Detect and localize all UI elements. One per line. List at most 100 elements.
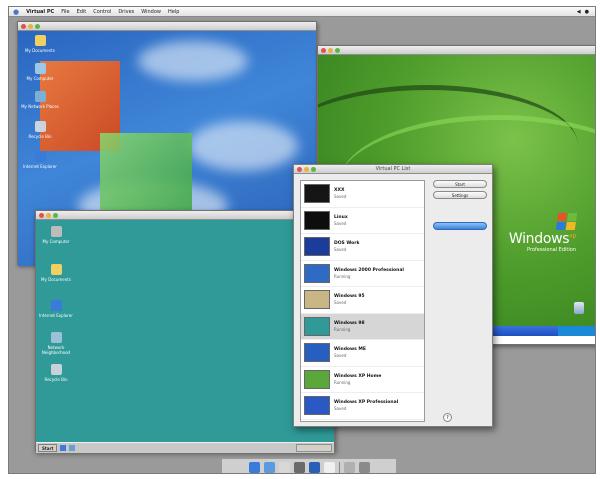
desktop-icon[interactable]: Internet Explorer [20, 151, 60, 169]
vm-window-titlebar[interactable] [36, 211, 334, 220]
vpc-buttons: Start Settings [433, 180, 487, 230]
app-icon[interactable] [278, 462, 290, 473]
close-icon[interactable] [39, 213, 44, 218]
vm-status: Running [334, 273, 351, 279]
window-controls [297, 167, 316, 172]
vm-status: Running [334, 379, 351, 385]
window-controls [21, 24, 40, 29]
clock-icon[interactable]: ● [585, 9, 589, 15]
desktop-icon[interactable]: My Documents [36, 264, 76, 282]
vm-list-item[interactable]: Windows XP Professional Saved [301, 393, 424, 420]
zoom-icon[interactable] [335, 48, 340, 53]
vm-text: Windows ME Saved [334, 347, 366, 358]
vm-list-item[interactable]: XXX Saved [301, 181, 424, 208]
vm-text: Linux Saved [334, 215, 348, 226]
virtual-pc-icon[interactable] [263, 462, 275, 473]
app-icon[interactable] [323, 462, 335, 473]
vm-name: Windows ME [334, 347, 366, 353]
xp-system-tray[interactable] [558, 326, 595, 336]
vm-name: Linux [334, 214, 348, 220]
menu-bar: ● Virtual PC File Edit Control Drives Wi… [9, 7, 595, 17]
primary-action-button[interactable] [433, 222, 487, 230]
vm-name: Windows 2000 Professional [334, 267, 404, 273]
minimize-icon[interactable] [328, 48, 333, 53]
settings-button[interactable]: Settings [433, 191, 487, 199]
vm-thumbnail [304, 343, 330, 363]
help-button[interactable]: ? [443, 413, 452, 422]
start-button[interactable]: Start [433, 180, 487, 188]
computer-icon [50, 226, 62, 237]
app-icon[interactable] [293, 462, 305, 473]
vm-list-item[interactable]: Windows XP Home Running [301, 367, 424, 393]
vm-name: Windows XP Professional [334, 400, 399, 406]
desktop-icon[interactable]: My Computer [36, 226, 76, 244]
wallpaper-cloud [188, 121, 298, 171]
apple-menu-icon[interactable]: ● [13, 8, 19, 16]
vm-list-item[interactable]: Windows 95 Saved [301, 287, 424, 314]
menu-edit[interactable]: Edit [77, 9, 87, 15]
menu-window[interactable]: Window [141, 9, 161, 15]
finder-icon[interactable] [248, 462, 260, 473]
minimize-icon[interactable] [304, 167, 309, 172]
internet-explorer-icon [34, 151, 46, 162]
trash-icon[interactable] [358, 462, 370, 473]
vm-name: Windows 95 [334, 294, 365, 300]
vm-thumbnail [304, 316, 330, 336]
mac-desktop: ● Virtual PC File Edit Control Drives Wi… [8, 6, 596, 474]
desktop-icon[interactable]: My Computer [20, 63, 60, 81]
recycle-bin-icon [50, 364, 62, 375]
network-icon [50, 332, 62, 343]
document-icon[interactable] [343, 462, 355, 473]
quick-launch-icon[interactable] [69, 445, 76, 451]
vm-status: Saved [334, 406, 347, 412]
w98-taskbar: Start [36, 442, 334, 453]
app-icon[interactable] [308, 462, 320, 473]
minimize-icon[interactable] [28, 24, 33, 29]
recycle-bin-icon[interactable] [574, 302, 584, 314]
vm-window-windows-98[interactable]: My Computer My Documents Internet Explor… [35, 210, 335, 453]
vm-list-item[interactable]: Windows ME Saved [301, 340, 424, 367]
w98-system-tray[interactable] [296, 444, 332, 452]
zoom-icon[interactable] [53, 213, 58, 218]
menu-file[interactable]: File [61, 9, 69, 15]
vm-window-titlebar[interactable] [318, 46, 595, 55]
window-controls [321, 48, 340, 53]
vm-text: Windows 95 Saved [334, 294, 365, 305]
minimize-icon[interactable] [46, 213, 51, 218]
windows-xp-edition: Professional Edition [527, 247, 576, 253]
menu-drives[interactable]: Drives [118, 9, 134, 15]
menu-help[interactable]: Help [168, 9, 179, 15]
desktop-icon[interactable]: Network Neighborhood [36, 332, 76, 355]
wallpaper-cloud [138, 41, 248, 81]
volume-icon[interactable]: ◀ [577, 9, 581, 15]
vm-list-item[interactable]: Windows 98 Running [301, 313, 424, 340]
desktop-icon[interactable]: My Documents [20, 35, 60, 53]
vm-window-titlebar[interactable] [18, 22, 316, 31]
vm-listbox[interactable]: XXX Saved Linux Saved DOS Work Saved Windows 2… [300, 180, 425, 422]
close-icon[interactable] [321, 48, 326, 53]
vm-list-item[interactable]: DOS Work Saved [301, 234, 424, 261]
desktop-icon[interactable]: Recycle Bin [20, 121, 60, 139]
windows-98-desktop[interactable]: My Computer My Documents Internet Explor… [36, 220, 334, 453]
close-icon[interactable] [21, 24, 26, 29]
quick-launch-icon[interactable] [60, 445, 67, 451]
windows-flag-icon [555, 213, 578, 230]
desktop-icon[interactable]: Internet Explorer [36, 300, 76, 318]
vpc-list-titlebar[interactable]: Virtual PC List [294, 165, 492, 174]
internet-explorer-icon [50, 300, 62, 311]
menu-app-name[interactable]: Virtual PC [26, 9, 54, 15]
vm-list-item[interactable]: Linux Saved [301, 208, 424, 234]
vm-thumbnail [304, 184, 330, 204]
virtual-pc-list-window[interactable]: Virtual PC List XXX Saved Linux Saved DOS Wo… [293, 164, 493, 427]
window-controls [39, 213, 58, 218]
network-icon [34, 91, 46, 102]
zoom-icon[interactable] [311, 167, 316, 172]
w98-start-button[interactable]: Start [38, 444, 58, 452]
zoom-icon[interactable] [35, 24, 40, 29]
close-icon[interactable] [297, 167, 302, 172]
vm-list-item[interactable]: Windows 2000 Professional Running [301, 261, 424, 287]
desktop-icon[interactable]: My Network Places [20, 91, 60, 109]
folder-icon [50, 264, 62, 275]
menu-control[interactable]: Control [93, 9, 111, 15]
desktop-icon[interactable]: Recycle Bin [36, 364, 76, 382]
